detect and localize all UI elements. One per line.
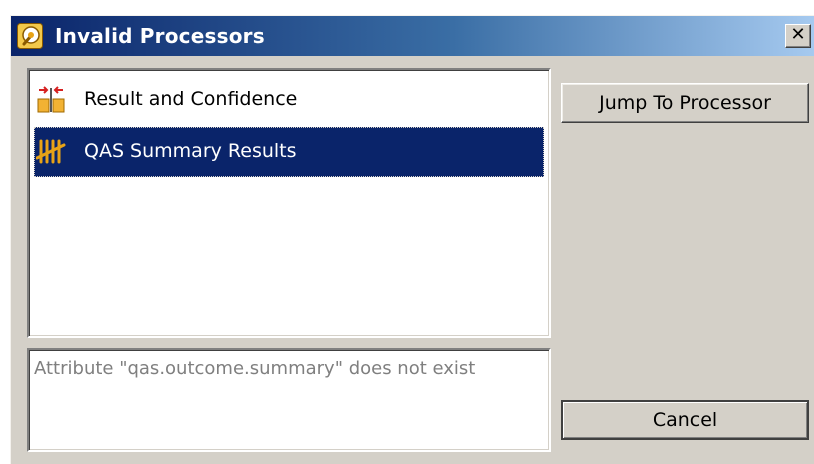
tally-marks-icon [35, 136, 66, 166]
processor-list[interactable]: Result and Confidence QAS Summary Result… [27, 68, 551, 338]
jump-to-processor-button[interactable]: Jump To Processor [561, 83, 809, 123]
list-item-selected[interactable]: QAS Summary Results [34, 127, 544, 177]
list-item-label: Result and Confidence [84, 88, 298, 110]
close-icon: ✕ [790, 24, 806, 45]
error-details-box: Attribute "qas.outcome.summary" does not… [27, 348, 551, 452]
close-button[interactable]: ✕ [785, 24, 811, 48]
error-message: Attribute "qas.outcome.summary" does not… [34, 358, 476, 379]
title-bar[interactable]: Invalid Processors ✕ [11, 16, 814, 56]
cancel-button[interactable]: Cancel [561, 400, 809, 440]
dialog-title: Invalid Processors [55, 24, 265, 48]
processor-badge-icon [17, 23, 43, 49]
list-item[interactable]: Result and Confidence [34, 75, 544, 125]
list-item-label: QAS Summary Results [84, 140, 297, 162]
invalid-processors-dialog: Invalid Processors ✕ Result and Confiden… [10, 15, 814, 464]
result-confidence-icon [36, 84, 66, 114]
